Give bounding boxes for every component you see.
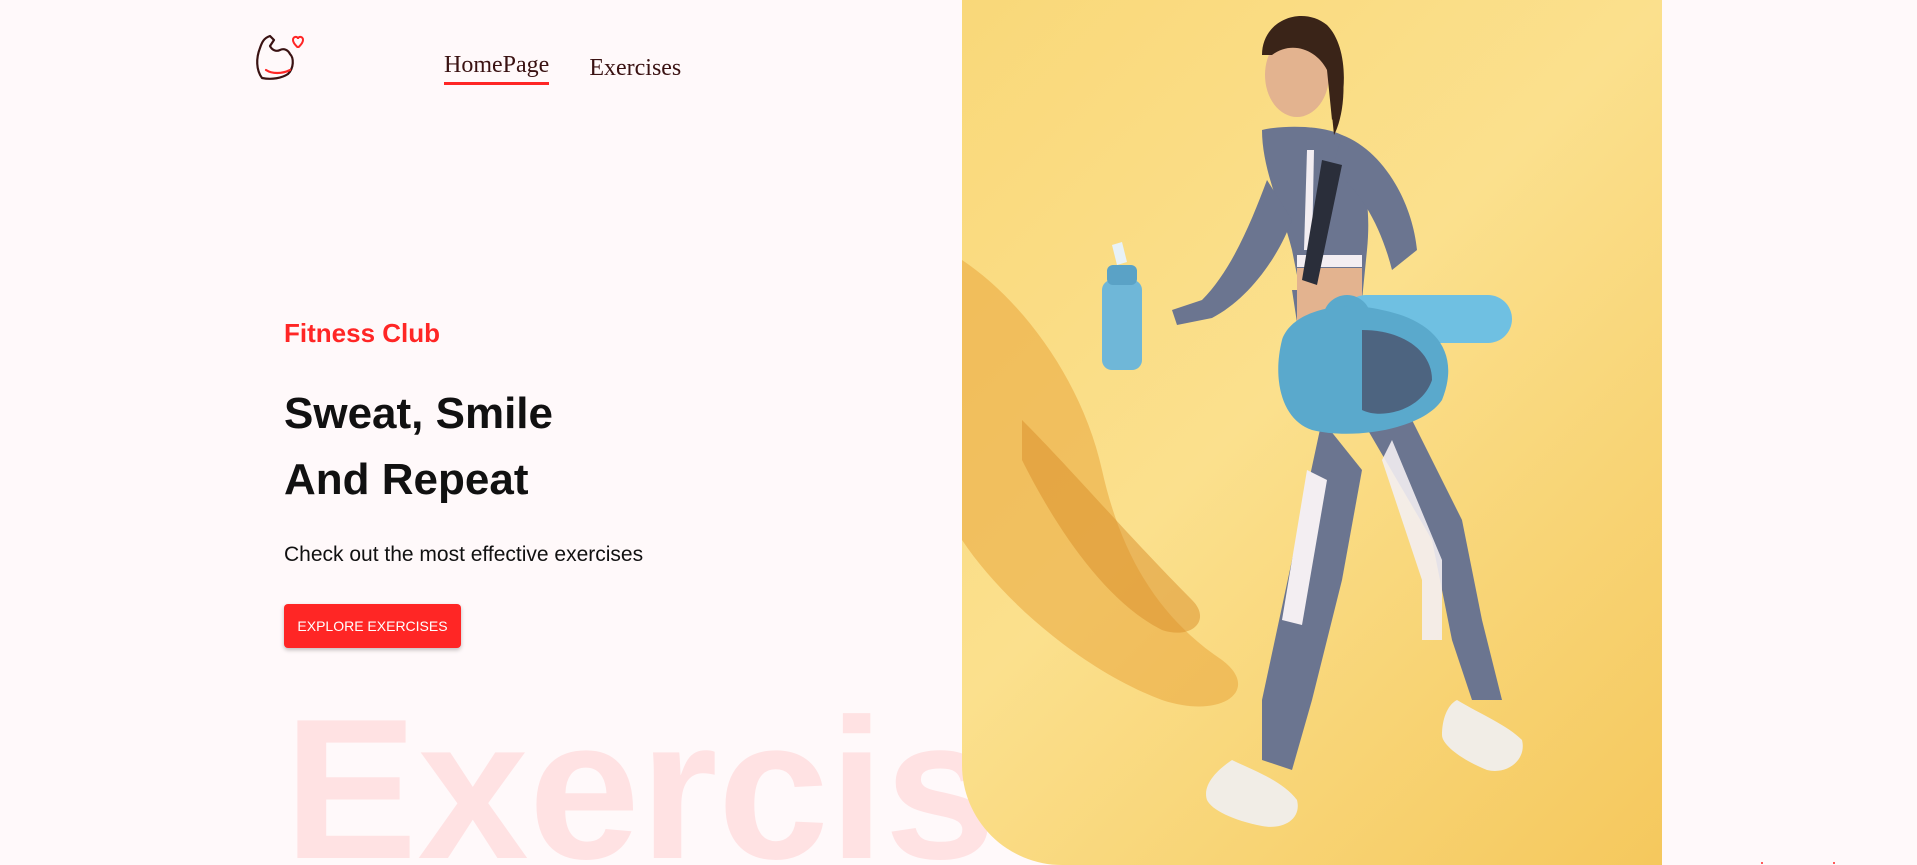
banner-illustration [962, 16, 1523, 827]
nav-homepage-link[interactable]: HomePage [444, 52, 550, 85]
main-nav: HomePage Exercises [444, 52, 681, 85]
hero-subtitle: Check out the most effective exercises [284, 543, 644, 566]
hero-banner-image [962, 0, 1662, 865]
hero-section: Fitness Club Sweat, Smile And Repeat Che… [284, 318, 924, 648]
hero-eyebrow: Fitness Club [284, 318, 441, 348]
nav-exercises-link[interactable]: Exercises [589, 55, 681, 85]
flexed-arm-heart-icon [256, 34, 305, 80]
logo[interactable] [252, 28, 305, 82]
hero-headline: Sweat, Smile And Repeat [284, 381, 924, 513]
explore-exercises-button[interactable]: EXPLORE EXERCISES [284, 604, 461, 648]
hero-headline-line-2: And Repeat [284, 455, 529, 504]
hero-headline-line-1: Sweat, Smile [284, 389, 554, 438]
corner-accent [1761, 862, 1837, 864]
